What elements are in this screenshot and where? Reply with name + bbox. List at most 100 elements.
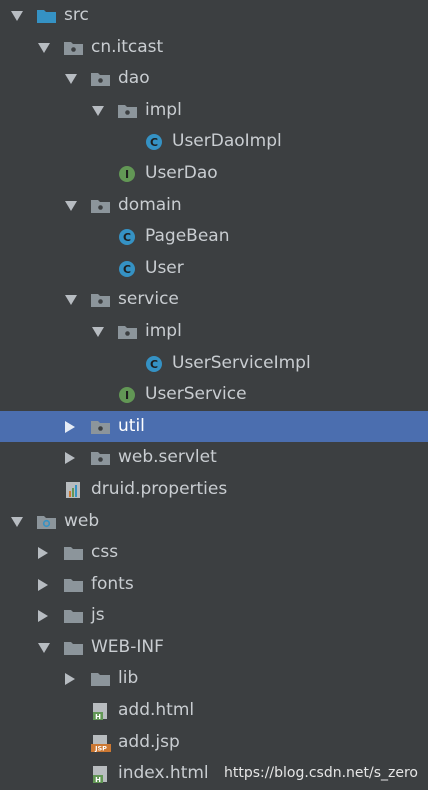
package-icon <box>90 449 112 467</box>
tree-node-label: add.jsp <box>118 731 180 752</box>
expand-arrow-down-icon[interactable] <box>11 11 23 21</box>
tree-node-label: UserServiceImpl <box>172 352 311 373</box>
tree-node-label: PageBean <box>145 226 230 247</box>
package-icon <box>90 291 112 309</box>
class-icon: C <box>117 260 139 278</box>
expand-arrow-down-icon[interactable] <box>65 74 77 85</box>
package-icon <box>90 197 112 215</box>
tree-node-label: service <box>118 289 179 310</box>
tree-node-util[interactable]: util <box>0 410 428 443</box>
tree-node-userservice[interactable]: I UserService <box>0 379 428 411</box>
tree-node-src[interactable]: src <box>0 0 428 32</box>
svg-text:I: I <box>125 389 129 402</box>
tree-node-label: impl <box>145 99 182 120</box>
tree-node-pagebean[interactable]: C PageBean <box>0 221 428 253</box>
tree-node-userdaoimpl[interactable]: C UserDaoImpl <box>0 126 428 158</box>
class-icon: C <box>144 355 166 373</box>
watermark: https://blog.csdn.net/s_zero <box>223 765 418 781</box>
interface-icon: I <box>117 165 139 183</box>
class-icon: C <box>117 228 139 246</box>
tree-node-js[interactable]: js <box>0 600 428 632</box>
tree-node-label: lib <box>118 668 139 689</box>
tree-node-cn-itcast[interactable]: cn.itcast <box>0 32 428 64</box>
expand-arrow-right-icon[interactable] <box>65 420 75 433</box>
svg-text:I: I <box>125 168 129 181</box>
tree-node-domain[interactable]: domain <box>0 190 428 222</box>
class-icon: C <box>144 133 166 151</box>
tree-node-userserviceimpl[interactable]: C UserServiceImpl <box>0 348 428 380</box>
tree-node-service[interactable]: service <box>0 284 428 316</box>
folder-icon <box>63 544 85 562</box>
tree-node-label: dao <box>118 68 150 89</box>
expand-arrow-right-icon[interactable] <box>38 610 48 623</box>
expand-arrow-down-icon[interactable] <box>38 42 50 53</box>
expand-arrow-down-icon[interactable] <box>92 105 104 116</box>
package-icon <box>63 39 85 57</box>
tree-node-label: druid.properties <box>91 478 228 499</box>
svg-text:C: C <box>150 358 158 371</box>
expand-arrow-right-icon[interactable] <box>65 452 75 465</box>
tree-node-add-jsp[interactable]: JSP add.jsp <box>0 727 428 759</box>
html-file-icon: H <box>90 702 112 721</box>
tree-node-label: UserDao <box>145 162 218 183</box>
properties-file-icon <box>63 481 85 499</box>
tree-node-impl[interactable]: impl <box>0 95 428 127</box>
project-tree: src cn.itcast dao impl C UserDaoImpl I UserDao d… <box>0 0 428 790</box>
tree-node-label: UserDaoImpl <box>172 131 282 152</box>
tree-node-web-inf[interactable]: WEB-INF <box>0 632 428 664</box>
package-icon <box>117 102 139 120</box>
tree-node-lib[interactable]: lib <box>0 663 428 695</box>
svg-text:JSP: JSP <box>94 744 107 751</box>
tree-node-label: index.html <box>118 763 209 784</box>
tree-node-label: web.servlet <box>118 447 217 468</box>
folder-icon <box>63 576 85 594</box>
tree-node-css[interactable]: css <box>0 537 428 569</box>
html-file-icon: H <box>90 765 112 784</box>
tree-node-label: util <box>118 415 145 436</box>
folder-icon <box>90 670 112 688</box>
tree-node-label: css <box>91 542 119 563</box>
tree-node-label: User <box>145 257 184 278</box>
package-icon <box>117 323 139 341</box>
svg-text:C: C <box>150 136 158 149</box>
package-icon <box>90 418 112 436</box>
tree-node-druid-properties[interactable]: druid.properties <box>0 474 428 506</box>
tree-node-label: add.html <box>118 700 195 721</box>
tree-node-label: web <box>64 510 100 531</box>
tree-node-web-servlet[interactable]: web.servlet <box>0 442 428 474</box>
expand-arrow-down-icon[interactable] <box>65 295 77 306</box>
tree-node-label: impl <box>145 320 182 341</box>
svg-text:H: H <box>95 776 101 783</box>
tree-node-web[interactable]: web <box>0 506 428 538</box>
tree-node-label: UserService <box>145 384 247 405</box>
interface-icon: I <box>117 386 139 404</box>
tree-node-user[interactable]: C User <box>0 253 428 285</box>
tree-node-fonts[interactable]: fonts <box>0 569 428 601</box>
svg-text:C: C <box>123 263 131 276</box>
expand-arrow-right-icon[interactable] <box>65 673 75 686</box>
tree-node-label: cn.itcast <box>91 36 164 57</box>
tree-node-add-html[interactable]: Hadd.html <box>0 695 428 727</box>
package-icon <box>90 70 112 88</box>
svg-text:H: H <box>95 713 101 720</box>
folder-icon <box>63 639 85 657</box>
tree-node-impl[interactable]: impl <box>0 316 428 348</box>
tree-node-userdao[interactable]: I UserDao <box>0 158 428 190</box>
web-module-icon <box>36 513 58 531</box>
source-folder-icon <box>36 7 58 25</box>
tree-node-label: domain <box>118 194 182 215</box>
tree-node-label: js <box>91 605 105 626</box>
expand-arrow-down-icon[interactable] <box>92 326 104 337</box>
folder-icon <box>63 607 85 625</box>
tree-node-label: WEB-INF <box>91 636 164 657</box>
expand-arrow-down-icon[interactable] <box>11 516 23 527</box>
jsp-file-icon: JSP <box>90 734 112 752</box>
expand-arrow-right-icon[interactable] <box>38 547 48 560</box>
expand-arrow-right-icon[interactable] <box>38 578 48 591</box>
tree-node-dao[interactable]: dao <box>0 63 428 95</box>
tree-node-label: src <box>64 5 89 25</box>
tree-node-label: fonts <box>91 573 134 594</box>
expand-arrow-down-icon[interactable] <box>38 642 50 653</box>
svg-text:C: C <box>123 231 131 244</box>
expand-arrow-down-icon[interactable] <box>65 200 77 211</box>
